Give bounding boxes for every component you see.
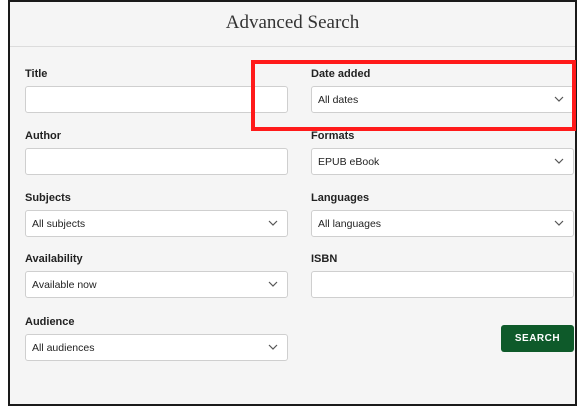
title-input[interactable]	[25, 86, 288, 113]
title-label: Title	[25, 68, 48, 80]
subjects-value: All subjects	[32, 218, 86, 230]
chevron-down-icon	[554, 220, 564, 226]
chevron-down-icon	[268, 220, 278, 226]
isbn-input[interactable]	[311, 271, 574, 298]
formats-value: EPUB eBook	[318, 156, 380, 168]
author-label: Author	[25, 130, 62, 142]
subjects-select[interactable]: All subjects	[25, 210, 288, 237]
date-added-label: Date added	[311, 68, 371, 80]
search-button[interactable]: SEARCH	[501, 325, 574, 352]
advanced-search-panel: Advanced Search Title Date added All dat…	[8, 0, 577, 406]
languages-value: All languages	[318, 218, 382, 230]
formats-select[interactable]: EPUB eBook	[311, 148, 574, 175]
date-added-select[interactable]: All dates	[311, 86, 574, 113]
subjects-label: Subjects	[25, 192, 71, 204]
chevron-down-icon	[554, 158, 564, 164]
page-title: Advanced Search	[225, 12, 360, 33]
formats-label: Formats	[311, 130, 355, 142]
audience-value: All audiences	[32, 342, 95, 354]
availability-label: Availability	[25, 253, 83, 265]
languages-select[interactable]: All languages	[311, 210, 574, 237]
audience-select[interactable]: All audiences	[25, 334, 288, 361]
date-added-value: All dates	[318, 94, 359, 106]
audience-label: Audience	[25, 316, 75, 328]
languages-label: Languages	[311, 192, 370, 204]
chevron-down-icon	[554, 96, 564, 102]
chevron-down-icon	[268, 281, 278, 287]
isbn-label: ISBN	[311, 253, 338, 265]
author-input[interactable]	[25, 148, 288, 175]
chevron-down-icon	[268, 344, 278, 350]
availability-select[interactable]: Available now	[25, 271, 288, 298]
availability-value: Available now	[32, 279, 97, 291]
panel-header: Advanced Search	[10, 2, 575, 47]
